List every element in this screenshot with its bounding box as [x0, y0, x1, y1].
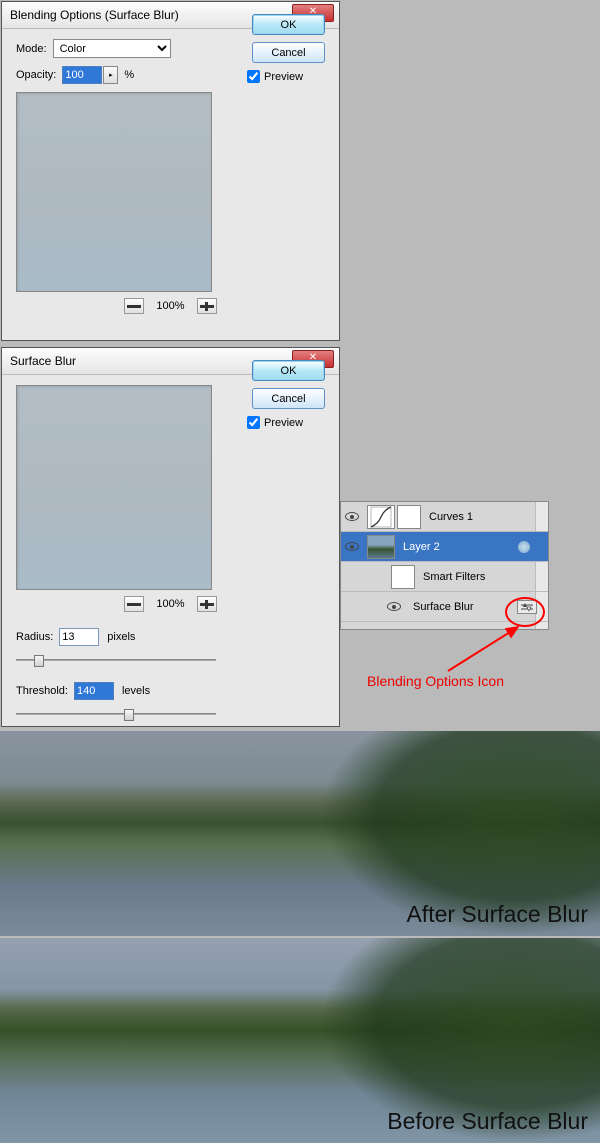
opacity-spinner[interactable]: ▸: [103, 66, 118, 84]
radius-slider[interactable]: [16, 654, 216, 666]
opacity-unit: %: [124, 69, 134, 81]
radius-unit: pixels: [107, 631, 135, 643]
annotation-text: Blending Options Icon: [367, 673, 504, 689]
cancel-button[interactable]: Cancel: [252, 388, 325, 409]
opacity-label: Opacity:: [16, 69, 56, 81]
preview-label: Preview: [264, 417, 303, 429]
ok-button[interactable]: OK: [252, 14, 325, 35]
layer-name: Layer 2: [403, 541, 440, 553]
zoom-in-button[interactable]: [197, 596, 217, 612]
preview-checkbox[interactable]: [247, 416, 260, 429]
smart-filters-label: Smart Filters: [423, 571, 485, 583]
blending-options-dialog: Blending Options (Surface Blur) ✕ Mode: …: [1, 1, 340, 341]
filter-name: Surface Blur: [413, 601, 474, 613]
dialog-title: Blending Options (Surface Blur): [10, 8, 179, 22]
radius-input[interactable]: [59, 628, 99, 646]
eye-icon: [345, 542, 359, 551]
preview-checkbox-row[interactable]: Preview: [247, 70, 325, 83]
zoom-out-button[interactable]: [124, 298, 144, 314]
ok-button[interactable]: OK: [252, 360, 325, 381]
zoom-level: 100%: [156, 598, 184, 610]
preview-area[interactable]: [16, 92, 212, 292]
layer-thumbnail[interactable]: [367, 535, 395, 559]
preview-checkbox[interactable]: [247, 70, 260, 83]
curves-icon: [370, 506, 392, 528]
layer-row-curves[interactable]: Curves 1: [341, 502, 548, 532]
blending-options-icon[interactable]: [517, 600, 537, 614]
after-image: After Surface Blur: [0, 731, 600, 936]
zoom-out-button[interactable]: [124, 596, 144, 612]
visibility-toggle[interactable]: [383, 602, 405, 611]
preview-area[interactable]: [16, 385, 212, 590]
preview-checkbox-row[interactable]: Preview: [247, 416, 325, 429]
visibility-toggle[interactable]: [341, 542, 363, 551]
threshold-input[interactable]: [74, 682, 114, 700]
layers-panel: Curves 1 Layer 2 Smart Filters Surface B…: [340, 501, 549, 630]
cancel-button[interactable]: Cancel: [252, 42, 325, 63]
surface-blur-dialog: Surface Blur ✕ 100% Radius: pixels Thres…: [1, 347, 340, 727]
adjustment-thumbnail[interactable]: [367, 505, 395, 529]
eye-icon: [345, 512, 359, 521]
mode-label: Mode:: [16, 43, 47, 55]
before-label: Before Surface Blur: [387, 1108, 588, 1135]
smart-filters-row[interactable]: Smart Filters: [341, 562, 548, 592]
layer-mask[interactable]: [397, 505, 421, 529]
filter-mask[interactable]: [391, 565, 415, 589]
layer-row-layer2[interactable]: Layer 2: [341, 532, 548, 562]
eye-icon: [387, 602, 401, 611]
zoom-level: 100%: [156, 300, 184, 312]
smart-object-icon: [518, 541, 530, 553]
layer-name: Curves 1: [429, 511, 473, 523]
mode-select[interactable]: Color: [53, 39, 171, 58]
preview-label: Preview: [264, 71, 303, 83]
zoom-in-button[interactable]: [197, 298, 217, 314]
threshold-unit: levels: [122, 685, 150, 697]
filter-row-surface-blur[interactable]: Surface Blur: [341, 592, 548, 622]
threshold-slider[interactable]: [16, 708, 216, 720]
threshold-label: Threshold:: [16, 685, 68, 697]
dialog-title: Surface Blur: [10, 354, 76, 368]
radius-label: Radius:: [16, 631, 53, 643]
after-label: After Surface Blur: [406, 901, 588, 928]
visibility-toggle[interactable]: [341, 512, 363, 521]
opacity-input[interactable]: [62, 66, 102, 84]
before-image: Before Surface Blur: [0, 938, 600, 1143]
